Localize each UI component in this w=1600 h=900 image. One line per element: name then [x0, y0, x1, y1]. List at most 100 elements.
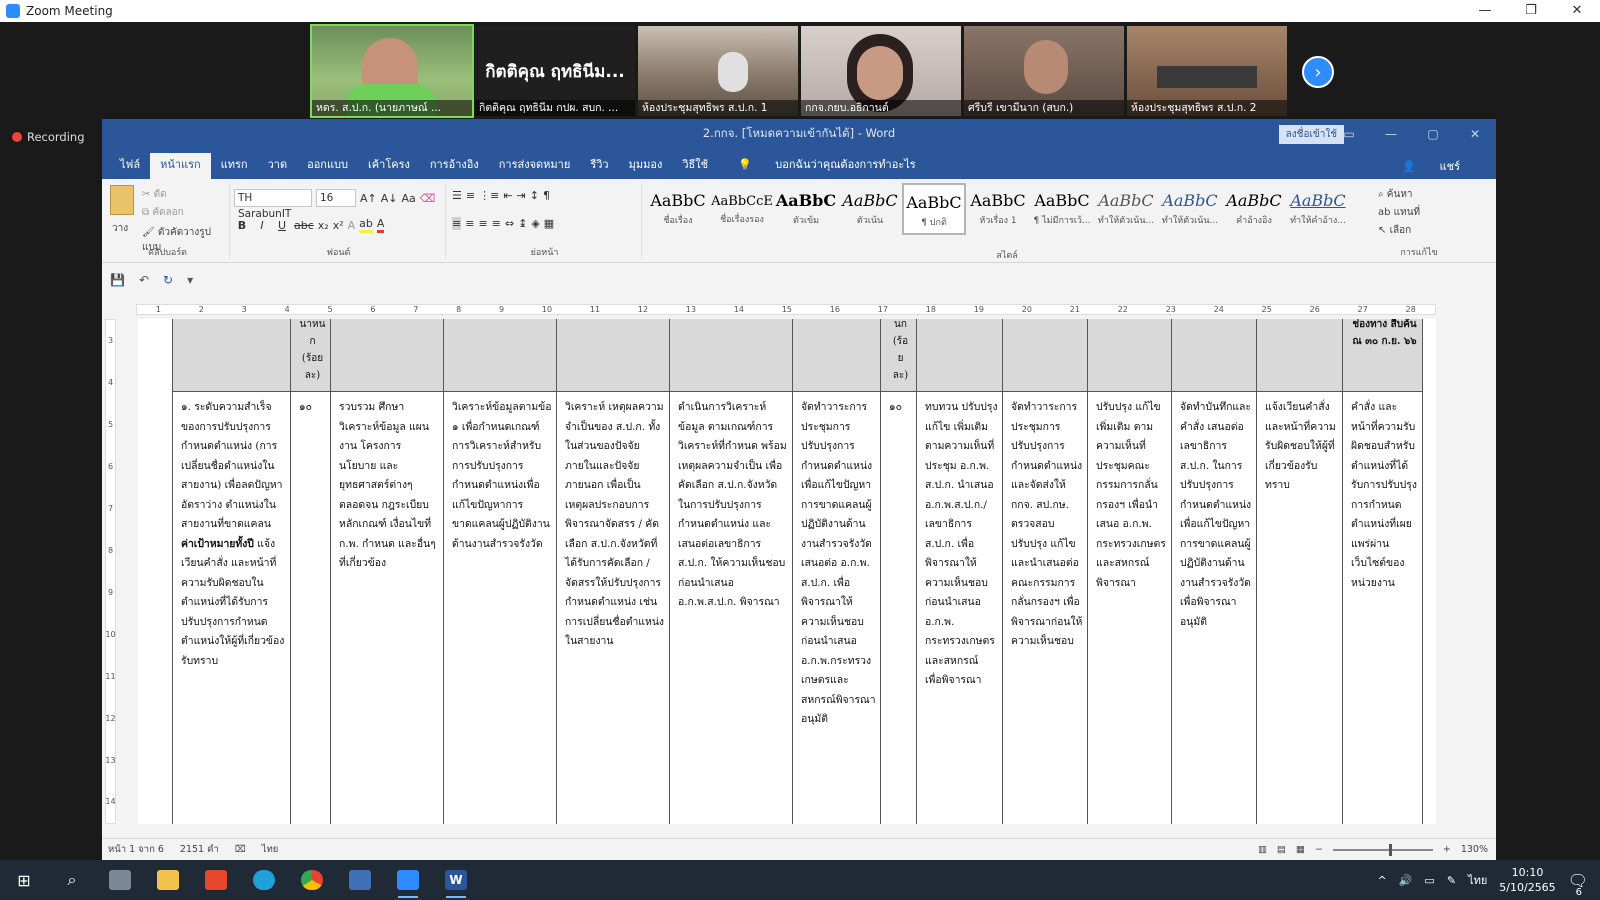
table-header-cell[interactable] [443, 319, 557, 392]
clock[interactable]: 10:10 5/10/2565 [1499, 865, 1555, 895]
pen-icon[interactable]: ✎ [1447, 874, 1456, 887]
italic-icon[interactable]: I [254, 219, 270, 232]
maximize-icon[interactable]: ▢ [1412, 119, 1454, 149]
proofing-icon[interactable]: ⌧ [235, 844, 246, 855]
line-spacing-icon[interactable]: ↨ [518, 217, 527, 230]
chevron-up-icon[interactable]: ^ [1378, 874, 1387, 887]
document-table[interactable]: นาหน ก (ร้อย ละ) นก (ร้อ ย ละ) ช่องทาง ส… [172, 319, 1423, 824]
minimize-icon[interactable]: — [1370, 119, 1412, 149]
tell-me-box[interactable]: 💡 บอกฉันว่าคุณต้องการทำอะไร [718, 153, 936, 179]
style-item[interactable]: AaBbC ชื่อเรื่อง [646, 183, 710, 235]
table-cell[interactable]: ๑๐ [290, 391, 331, 824]
save-icon[interactable]: 💾 [110, 273, 125, 287]
text-effects-icon[interactable]: A [348, 219, 356, 232]
style-item[interactable]: AaBbC ตัวเข้ม [774, 183, 838, 235]
redo-icon[interactable]: ↻ [163, 273, 173, 287]
tab-draw[interactable]: วาด [258, 153, 298, 179]
table-header-cell[interactable] [1087, 319, 1172, 392]
replace-button[interactable]: ab แทนที่ [1378, 205, 1420, 220]
document-page[interactable]: นาหน ก (ร้อย ละ) นก (ร้อ ย ละ) ช่องทาง ส… [138, 319, 1436, 824]
close-icon[interactable]: ✕ [1454, 119, 1496, 149]
zoom-slider-thumb[interactable] [1388, 843, 1392, 856]
increase-indent-icon[interactable]: ⇥ [517, 189, 526, 202]
ribbon-options-icon[interactable]: ▭ [1328, 119, 1370, 149]
zoom-slider[interactable] [1332, 843, 1433, 856]
zoom-out-icon[interactable]: − [1315, 844, 1323, 855]
participant-tile[interactable]: ห้องประชุมสุทธิพร ส.ป.ก. 2 [1127, 26, 1287, 116]
word-app-icon[interactable]: W [432, 860, 480, 900]
tab-design[interactable]: ออกแบบ [297, 153, 358, 179]
clear-format-icon[interactable]: ⌫ [420, 192, 436, 205]
strikethrough-icon[interactable]: abc [294, 219, 314, 232]
select-button[interactable]: ↖ เลือก [1378, 223, 1411, 238]
office-icon[interactable] [192, 860, 240, 900]
minimize-icon[interactable]: — [1462, 0, 1508, 22]
table-cell[interactable]: วิเคราะห์ เหตุผลความจำเป็นของ ส.ป.ก. ทั้… [556, 391, 670, 824]
search-icon[interactable]: ⌕ [48, 860, 96, 900]
paste-label[interactable]: วาง [112, 221, 128, 236]
distributed-icon[interactable]: ⇔ [505, 217, 514, 230]
font-color-icon[interactable]: A [376, 217, 385, 233]
style-item[interactable]: AaBbCcE ชื่อเรื่องรอง [710, 183, 774, 235]
table-header-cell[interactable] [792, 319, 881, 392]
photos-icon[interactable] [336, 860, 384, 900]
tab-insert[interactable]: แทรก [211, 153, 258, 179]
subscript-icon[interactable]: x₂ [318, 219, 329, 232]
pilcrow-icon[interactable]: ¶ [543, 189, 550, 202]
bold-icon[interactable]: B [234, 219, 250, 232]
table-cell[interactable]: จัดทำบันทึกและคำสั่ง เสนอต่อเลขาธิการ ส.… [1171, 391, 1257, 824]
style-item[interactable]: AaBbC ตัวเน้น [838, 183, 902, 235]
read-mode-icon[interactable]: ▥ [1258, 844, 1267, 855]
language-indicator[interactable]: ไทย [262, 842, 279, 857]
table-header-cell[interactable] [1256, 319, 1343, 392]
table-header-cell[interactable]: นาหน ก (ร้อย ละ) [290, 319, 331, 392]
font-name-select[interactable]: TH SarabunIT [234, 189, 312, 220]
tab-references[interactable]: การอ้างอิง [420, 153, 489, 179]
chrome-icon[interactable] [288, 860, 336, 900]
network-icon[interactable]: ▭ [1424, 874, 1434, 887]
table-header-cell[interactable] [172, 319, 291, 392]
web-layout-icon[interactable]: ▦ [1296, 844, 1305, 855]
table-header-cell[interactable] [669, 319, 793, 392]
table-cell[interactable]: แจ้งเวียนคำสั่ง และหน้าที่ความรับผิดชอบใ… [1256, 391, 1343, 824]
next-page-arrow-icon[interactable]: › [1302, 56, 1334, 88]
table-cell[interactable]: จัดทำวาระการประชุมการปรับปรุงการกำหนดตำแ… [792, 391, 881, 824]
horizontal-ruler[interactable]: 1 2 3 4 5 6 7 8 9 10 11 12 13 14 15 16 17 18 19 20 21 22 23 24 2… [102, 301, 1496, 319]
borders-icon[interactable]: ▦ [544, 217, 554, 230]
tab-view[interactable]: มุมมอง [619, 153, 673, 179]
cut-button[interactable]: ✂ ตัด [142, 187, 167, 202]
table-cell[interactable]: ทบทวน ปรับปรุง แก้ไข เพิ่มเติม ตามความเห… [916, 391, 1003, 824]
table-header-cell[interactable]: นก (ร้อ ย ละ) [880, 319, 917, 392]
notification-icon[interactable]: 🗨 6 [1568, 871, 1588, 898]
tab-review[interactable]: รีวิว [580, 153, 618, 179]
copy-button[interactable]: ⧉ คัดลอก [142, 205, 184, 220]
shrink-font-icon[interactable]: A↓ [381, 192, 398, 205]
paste-icon[interactable] [110, 185, 134, 215]
multilevel-list-icon[interactable]: ⋮≡ [479, 189, 499, 202]
table-header-cell[interactable] [556, 319, 670, 392]
start-windows-icon[interactable]: ⊞ [0, 860, 48, 900]
style-item[interactable]: AaBbC หัวเรื่อง 1 [966, 183, 1030, 235]
change-case-icon[interactable]: Aa [402, 192, 416, 205]
highlight-icon[interactable]: ab [359, 217, 373, 233]
decrease-indent-icon[interactable]: ⇤ [503, 189, 512, 202]
table-cell[interactable]: ดำเนินการวิเคราะห์ข้อมูล ตามเกณฑ์การวิเค… [669, 391, 793, 824]
participant-tile[interactable]: หดร. ส.ป.ก. (นายภาษณ์ ... [310, 24, 474, 118]
tab-help[interactable]: วิธีใช้ [672, 153, 718, 179]
align-center-icon[interactable]: ≡ [465, 217, 474, 230]
style-item[interactable]: AaBbC ทำให้ตัวเน้น... [1094, 183, 1158, 235]
edge-icon[interactable] [240, 860, 288, 900]
table-header-cell[interactable] [1002, 319, 1088, 392]
tab-layout[interactable]: เค้าโครง [358, 153, 420, 179]
shading-icon[interactable]: ◈ [531, 217, 539, 230]
style-item[interactable]: AaBbC ทำให้ตัวเน้น... [1158, 183, 1222, 235]
table-cell[interactable]: รวบรวม ศึกษา วิเคราะห์ข้อมูล แผนงาน โครง… [330, 391, 444, 824]
table-header-cell[interactable] [916, 319, 1003, 392]
undo-icon[interactable]: ↶ [139, 273, 149, 287]
table-cell[interactable]: คำสั่ง และหน้าที่ความรับผิดชอบสำหรับตำแห… [1342, 391, 1423, 824]
file-explorer-icon[interactable] [144, 860, 192, 900]
close-icon[interactable]: ✕ [1554, 0, 1600, 22]
tab-mailings[interactable]: การส่งจดหมาย [489, 153, 581, 179]
find-button[interactable]: ⌕ ค้นหา [1378, 187, 1413, 202]
style-item[interactable]: AaBbC คำอ้างอิง [1222, 183, 1286, 235]
